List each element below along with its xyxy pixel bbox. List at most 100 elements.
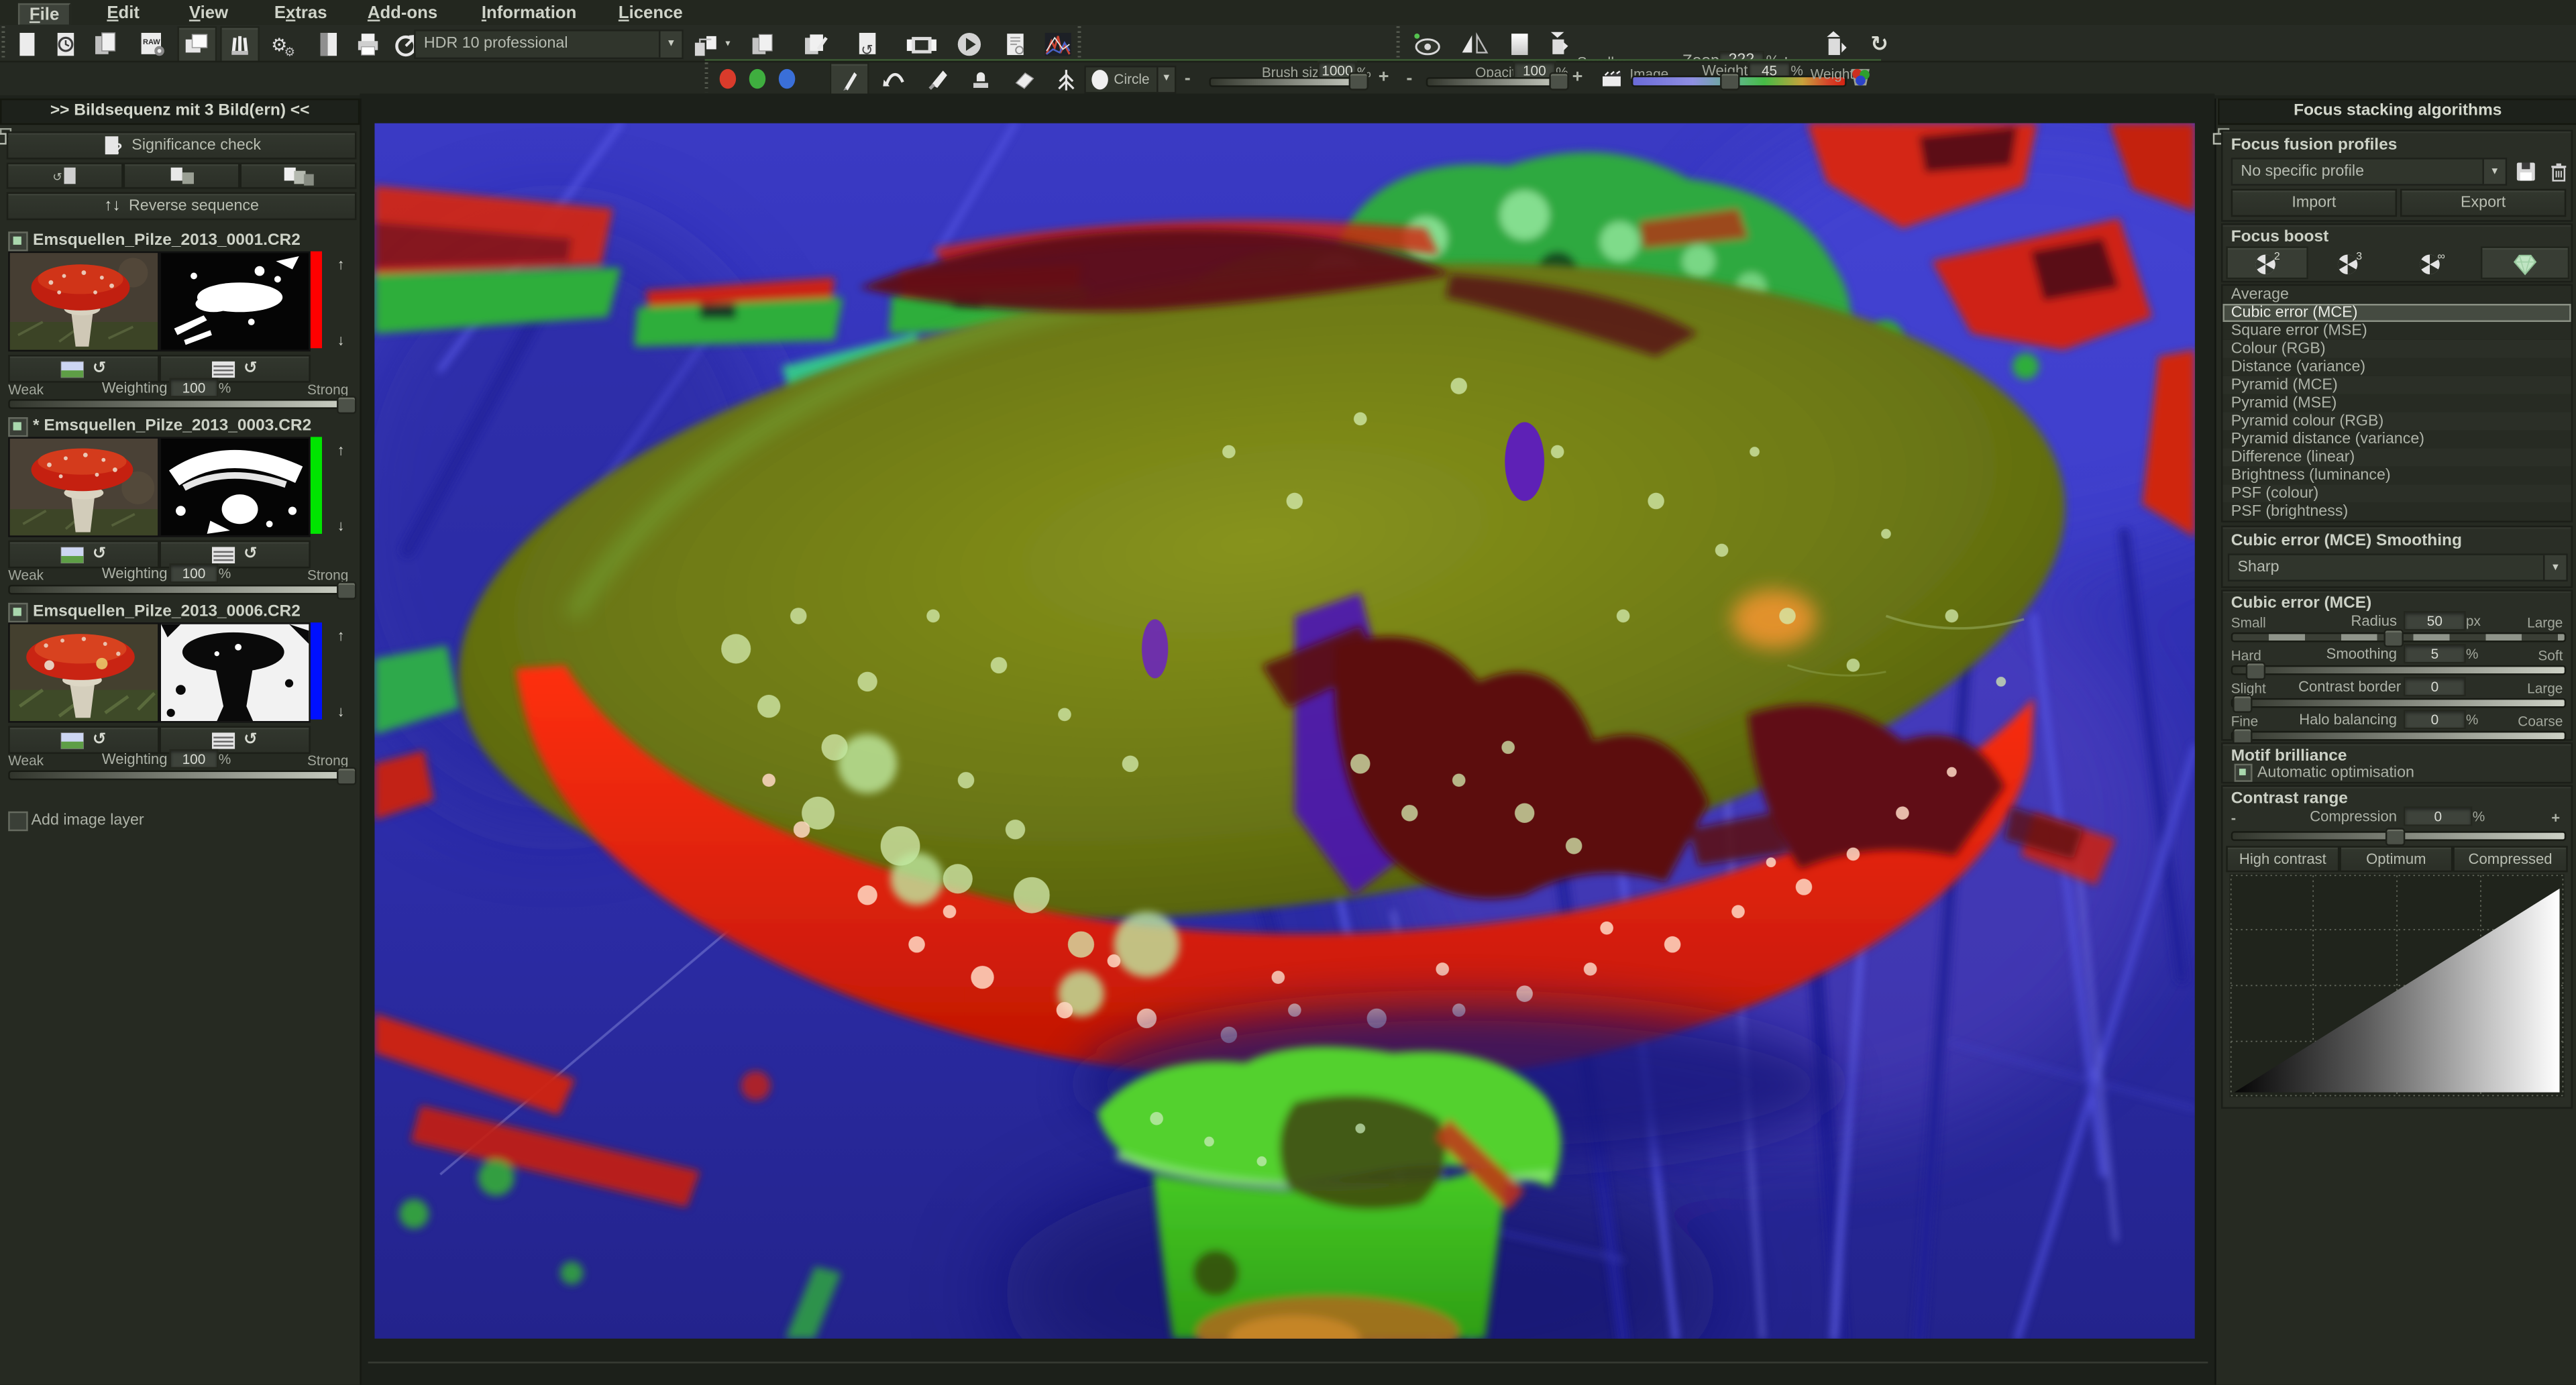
layer-enabled-checkbox[interactable] xyxy=(8,417,28,437)
radius-field[interactable]: 50 xyxy=(2404,611,2466,630)
layer-show-image-button[interactable]: ↺ xyxy=(8,355,159,383)
image-mode-button[interactable] xyxy=(1600,66,1623,89)
contrast-border-slider-thumb[interactable] xyxy=(2233,694,2252,712)
layer-enabled-checkbox[interactable] xyxy=(8,231,28,251)
smoothing-slider-thumb[interactable] xyxy=(2246,661,2265,679)
boost-cubed-button[interactable]: 3 xyxy=(2308,246,2390,279)
brush-size-slider[interactable] xyxy=(1209,76,1366,87)
play-button[interactable] xyxy=(950,26,989,62)
compression-slider-thumb[interactable] xyxy=(2385,827,2405,845)
layer-move-down-button[interactable]: ↓ xyxy=(325,327,357,351)
algorithm-item[interactable]: Pyramid distance (variance) xyxy=(2222,431,2571,449)
report-button[interactable] xyxy=(996,26,1035,62)
edit-brushes-button[interactable] xyxy=(220,26,260,62)
zoom-fit-button[interactable] xyxy=(1541,26,1574,62)
reload-document-button[interactable]: ↺ xyxy=(848,26,888,62)
opacity-plus[interactable]: + xyxy=(1572,67,1583,87)
brush-tool-button[interactable] xyxy=(830,62,869,95)
knife-tool-button[interactable] xyxy=(920,62,956,95)
split-document-button[interactable] xyxy=(309,26,348,62)
reverse-sequence-button[interactable]: ↑↓ Reverse sequence xyxy=(7,192,357,221)
zoom-in-button[interactable] xyxy=(1814,26,1857,62)
menu-file[interactable]: File xyxy=(18,3,70,25)
menu-view[interactable]: View xyxy=(182,3,235,22)
layer-mask-thumbnail[interactable] xyxy=(160,252,311,351)
smoothing-dropdown[interactable]: Sharp ▼ xyxy=(2228,553,2568,581)
layer-move-up-button[interactable]: ↑ xyxy=(325,252,357,276)
radius-slider-thumb[interactable] xyxy=(2383,628,2403,647)
algorithm-item[interactable]: Pyramid (MSE) xyxy=(2222,394,2571,412)
paint-blue-button[interactable] xyxy=(771,64,802,94)
copy-stack-button[interactable] xyxy=(743,26,782,62)
settings-button[interactable]: ⚙⚙ xyxy=(263,26,306,62)
eraser-tool-button[interactable] xyxy=(1006,62,1042,95)
layer-photo-thumbnail[interactable] xyxy=(8,252,159,351)
export-button[interactable]: Export xyxy=(2400,189,2566,217)
view-double-button[interactable] xyxy=(123,162,240,188)
layer-weighting-slider[interactable] xyxy=(8,771,355,781)
print-button[interactable] xyxy=(348,26,388,62)
save-profile-button[interactable] xyxy=(2510,158,2540,186)
layer-weighting-field[interactable]: 100 xyxy=(169,563,218,583)
original-view-button[interactable] xyxy=(1501,26,1538,62)
compare-flip-button[interactable] xyxy=(1452,26,1499,62)
layer-weighting-thumb[interactable] xyxy=(337,581,356,599)
image-sequence-button[interactable] xyxy=(177,26,217,62)
chevron-down-icon[interactable]: ▼ xyxy=(1157,66,1175,91)
algorithm-item[interactable]: Average xyxy=(2222,286,2571,304)
compression-minus[interactable]: - xyxy=(2231,810,2236,826)
spray-tool-button[interactable] xyxy=(1048,62,1084,95)
boost-squared-button[interactable]: 2 xyxy=(2226,246,2308,279)
compression-plus[interactable]: + xyxy=(2551,810,2560,826)
opacity-minus[interactable]: - xyxy=(1406,69,1412,89)
boost-brilliance-button[interactable] xyxy=(2481,246,2569,279)
significance-check-button[interactable]: ? Significance check xyxy=(7,131,357,160)
radius-slider[interactable] xyxy=(2231,632,2567,643)
layer-move-up-button[interactable]: ↑ xyxy=(325,622,357,647)
mode-dropdown[interactable]: HDR 10 professional ▼ xyxy=(414,29,684,58)
new-project-button[interactable] xyxy=(7,26,46,62)
halo-balancing-field[interactable]: 0 xyxy=(2404,710,2466,729)
chevron-down-icon[interactable]: ▼ xyxy=(659,30,682,56)
layer-photo-thumbnail[interactable] xyxy=(8,622,159,722)
menu-licence[interactable]: Licence xyxy=(616,3,685,22)
view-triple-button[interactable] xyxy=(240,162,357,188)
algorithm-item[interactable]: Colour (RGB) xyxy=(2222,340,2571,358)
weights-palette-button[interactable] xyxy=(1848,64,1873,89)
menu-edit[interactable]: Edit xyxy=(99,3,148,22)
chevron-down-icon[interactable]: ▼ xyxy=(2543,555,2566,580)
algorithm-item[interactable]: Square error (MSE) xyxy=(2222,322,2571,340)
layer-weighting-thumb[interactable] xyxy=(337,395,356,413)
chevron-down-icon[interactable]: ▼ xyxy=(2482,160,2505,184)
halo-balancing-slider[interactable] xyxy=(2231,731,2567,741)
compression-field[interactable]: 0 xyxy=(2404,806,2473,826)
menu-add-ons[interactable]: Add-ons xyxy=(365,3,441,22)
rotate-view-button[interactable]: ↻ xyxy=(1860,26,1899,62)
layer-mask-thumbnail[interactable] xyxy=(160,622,311,722)
opacity-slider-thumb[interactable] xyxy=(1549,72,1568,91)
preview-eye-button[interactable] xyxy=(1406,26,1449,62)
contrast-border-field[interactable]: 0 xyxy=(2404,677,2466,696)
boost-infinity-button[interactable]: ∞ xyxy=(2390,246,2472,279)
layer-move-up-button[interactable]: ↑ xyxy=(325,437,357,461)
layer-weighting-slider[interactable] xyxy=(8,585,355,595)
smoothing-slider[interactable] xyxy=(2231,665,2567,675)
profile-dropdown[interactable]: No specific profile ▼ xyxy=(2231,158,2507,186)
layer-show-image-button[interactable]: ↺ xyxy=(8,541,159,569)
contrast-border-slider[interactable] xyxy=(2231,698,2567,708)
layer-mask-thumbnail[interactable] xyxy=(160,437,311,537)
link-images-button[interactable]: ▼ xyxy=(687,26,736,62)
algorithm-item[interactable]: Distance (variance) xyxy=(2222,358,2571,376)
stamp-tool-button[interactable] xyxy=(963,62,999,95)
algorithm-item-selected[interactable]: Cubic error (MCE) xyxy=(2222,304,2571,322)
canvas-image[interactable] xyxy=(374,123,2194,1339)
curve-tool-button[interactable] xyxy=(875,62,912,95)
algorithm-item[interactable]: Pyramid colour (RGB) xyxy=(2222,412,2571,431)
algorithm-item[interactable]: PSF (colour) xyxy=(2222,484,2571,502)
compression-slider[interactable] xyxy=(2231,831,2567,841)
edit-stack-button[interactable] xyxy=(795,26,835,62)
layer-show-image-button[interactable]: ↺ xyxy=(8,726,159,754)
algorithm-item[interactable]: Pyramid (MCE) xyxy=(2222,376,2571,394)
view-single-button[interactable]: ↺ xyxy=(7,162,123,188)
automatic-optimisation-checkbox[interactable] xyxy=(2235,764,2253,782)
